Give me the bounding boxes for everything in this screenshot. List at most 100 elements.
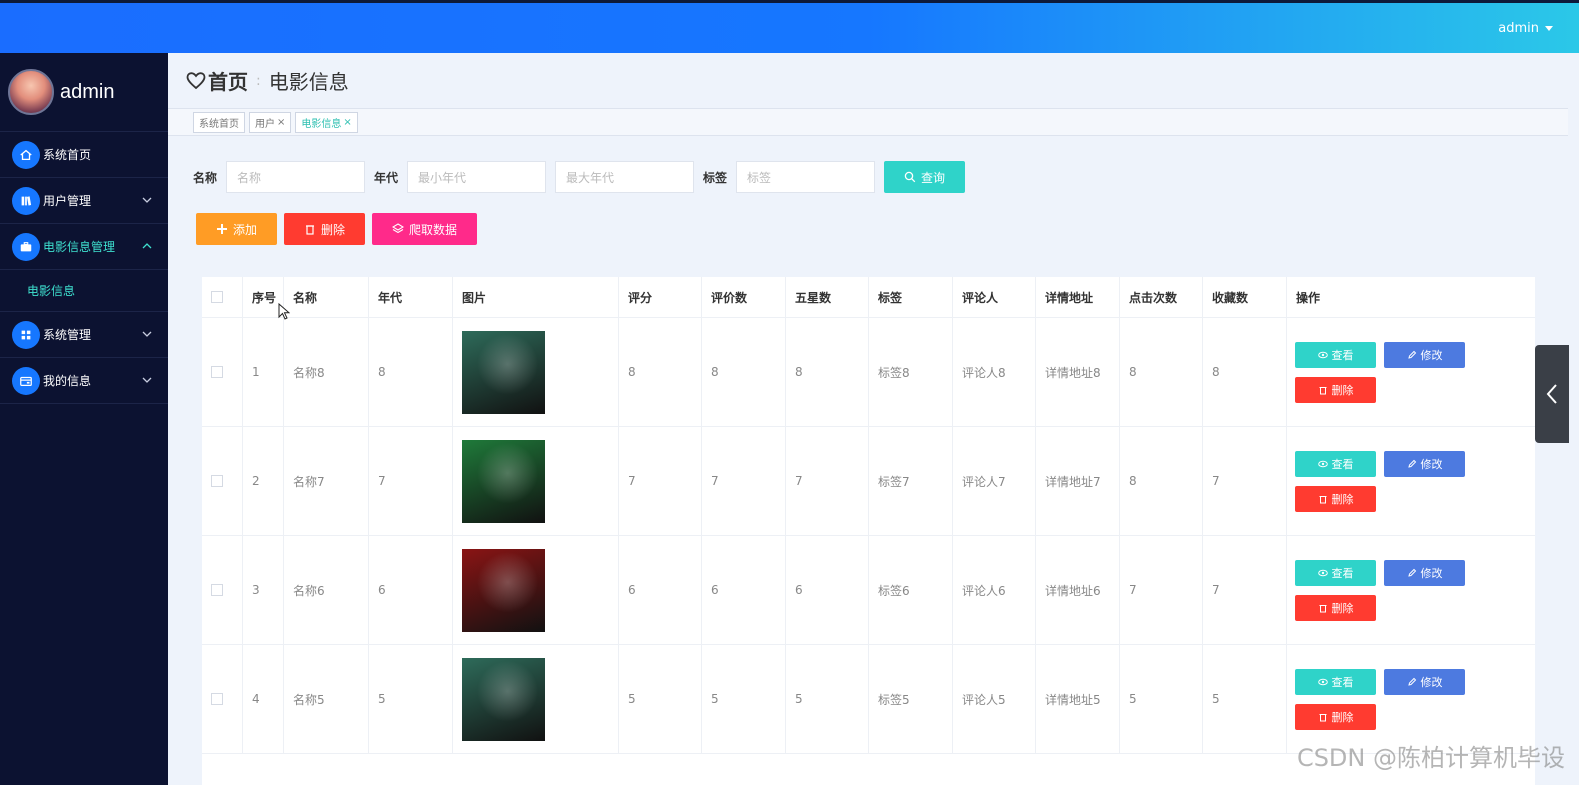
query-button-label: 查询 bbox=[921, 170, 946, 185]
movie-poster bbox=[462, 657, 545, 741]
view-button[interactable]: 查看 bbox=[1295, 450, 1376, 477]
edit-button-label: 修改 bbox=[1420, 566, 1443, 580]
books-icon bbox=[12, 186, 40, 215]
table-cell-tag: 标签8 bbox=[869, 318, 953, 426]
eye-icon bbox=[1317, 460, 1328, 467]
crawl-data-button[interactable]: 爬取数据 bbox=[372, 213, 477, 245]
view-button[interactable]: 查看 bbox=[1295, 668, 1376, 695]
watermark: CSDN @陈柏计算机毕设 bbox=[1296, 744, 1565, 772]
table-cell-url: 详情地址6 bbox=[1036, 536, 1120, 644]
view-button[interactable]: 查看 bbox=[1295, 559, 1376, 586]
view-button-label: 查看 bbox=[1331, 566, 1354, 580]
user-name: admin bbox=[1498, 21, 1539, 36]
sidebar-subitem-movie-info[interactable]: 电影信息 bbox=[0, 270, 168, 312]
table-cell-score: 7 bbox=[619, 427, 702, 535]
table-cell-five_star: 7 bbox=[786, 427, 869, 535]
profile: admin bbox=[0, 53, 168, 132]
layers-icon bbox=[391, 223, 404, 234]
table-cell-name: 名称7 bbox=[284, 427, 369, 535]
year-label: 年代 bbox=[374, 170, 399, 185]
table-cell-score: 8 bbox=[619, 318, 702, 426]
panel-toggle-handle[interactable] bbox=[1535, 345, 1569, 443]
poster-cell bbox=[453, 427, 619, 535]
trash-icon bbox=[1319, 386, 1326, 394]
view-button-label: 查看 bbox=[1331, 348, 1354, 362]
tag-home[interactable]: 系统首页 bbox=[193, 111, 245, 133]
checkbox[interactable] bbox=[211, 584, 223, 596]
close-icon[interactable]: × bbox=[277, 117, 285, 128]
sidebar-item-movie-management[interactable]: 电影信息管理 bbox=[0, 224, 168, 270]
table-cell-five_star: 5 bbox=[786, 645, 869, 753]
poster-cell bbox=[453, 318, 619, 426]
column-header: 点击次数 bbox=[1120, 277, 1203, 317]
row-delete-button[interactable]: 删除 bbox=[1295, 376, 1376, 403]
row-delete-button[interactable]: 删除 bbox=[1295, 594, 1376, 621]
operations-cell: 查看 修改删除 bbox=[1287, 536, 1535, 644]
checkbox[interactable] bbox=[211, 475, 223, 487]
sidebar-item-label: 我的信息 bbox=[43, 374, 92, 388]
name-input[interactable]: 名称 bbox=[226, 161, 366, 193]
row-delete-button-label: 删除 bbox=[1331, 492, 1354, 506]
checkbox[interactable] bbox=[211, 693, 223, 705]
name-label: 名称 bbox=[193, 170, 218, 185]
query-button[interactable]: 查询 bbox=[884, 161, 966, 193]
sidebar-item-home[interactable]: 系统首页 bbox=[0, 132, 168, 178]
column-header: 年代 bbox=[369, 277, 453, 317]
delete-button-label: 删除 bbox=[320, 222, 345, 237]
max-year-input[interactable]: 最大年代 bbox=[555, 161, 695, 193]
row-select-cell bbox=[202, 318, 243, 426]
avatar bbox=[8, 69, 54, 115]
breadcrumb-home[interactable]: 首页 bbox=[186, 66, 248, 95]
table-cell-reviewer: 评论人7 bbox=[953, 427, 1036, 535]
sidebar-item-label: 电影信息管理 bbox=[43, 240, 116, 254]
table-cell-index: 4 bbox=[243, 645, 284, 753]
table-cell-name: 名称8 bbox=[284, 318, 369, 426]
close-icon[interactable]: × bbox=[343, 117, 351, 128]
add-button[interactable]: 添加 bbox=[196, 213, 277, 245]
sidebar-item-user-management[interactable]: 用户管理 bbox=[0, 178, 168, 224]
search-form: 名称 名称 年代 最小年代 最大年代 标签 标签 查询 bbox=[193, 161, 966, 193]
breadcrumb-current: 电影信息 bbox=[268, 70, 349, 94]
table-cell-favorites: 8 bbox=[1203, 318, 1287, 426]
row-delete-button[interactable]: 删除 bbox=[1295, 485, 1376, 512]
table-row: 3 名称6 6 6 6 6 标签6 评论人6 详情地址6 7 7 查看 修改 删除 bbox=[202, 536, 1535, 645]
column-header: 评论人 bbox=[953, 277, 1036, 317]
breadcrumb-separator: : bbox=[256, 72, 261, 89]
chevron-down-icon bbox=[142, 197, 152, 203]
table-cell-url: 详情地址8 bbox=[1036, 318, 1120, 426]
sidebar-item-my-info[interactable]: 我的信息 bbox=[0, 358, 168, 404]
column-header: 评分 bbox=[619, 277, 702, 317]
sidebar-item-label: 系统管理 bbox=[43, 328, 92, 342]
column-header: 标签 bbox=[869, 277, 953, 317]
checkbox[interactable] bbox=[211, 291, 223, 303]
table-cell-clicks: 5 bbox=[1120, 645, 1203, 753]
row-delete-button[interactable]: 删除 bbox=[1295, 703, 1376, 730]
header-select-all[interactable] bbox=[202, 277, 243, 317]
edit-button[interactable]: 修改 bbox=[1384, 450, 1465, 477]
edit-button[interactable]: 修改 bbox=[1384, 559, 1465, 586]
operations-cell: 查看 修改删除 bbox=[1287, 427, 1535, 535]
tag-movie-info[interactable]: 电影信息 × bbox=[295, 111, 358, 133]
eye-icon bbox=[1317, 678, 1328, 685]
edit-button-label: 修改 bbox=[1420, 348, 1443, 362]
add-button-label: 添加 bbox=[232, 222, 257, 237]
edit-button[interactable]: 修改 bbox=[1384, 668, 1465, 695]
table-cell-index: 3 bbox=[243, 536, 284, 644]
tag-input[interactable]: 标签 bbox=[736, 161, 876, 193]
table-cell-year: 8 bbox=[369, 318, 453, 426]
movie-poster bbox=[462, 548, 545, 632]
min-year-input[interactable]: 最小年代 bbox=[407, 161, 547, 193]
sidebar-item-system-management[interactable]: 系统管理 bbox=[0, 312, 168, 358]
table-cell-year: 5 bbox=[369, 645, 453, 753]
row-select-cell bbox=[202, 427, 243, 535]
table-cell-reviewer: 评论人8 bbox=[953, 318, 1036, 426]
chevron-up-icon bbox=[142, 243, 152, 249]
delete-button[interactable]: 删除 bbox=[284, 213, 365, 245]
table-cell-five_star: 6 bbox=[786, 536, 869, 644]
checkbox[interactable] bbox=[211, 366, 223, 378]
edit-button[interactable]: 修改 bbox=[1384, 341, 1465, 368]
tag-user[interactable]: 用户 × bbox=[249, 111, 292, 133]
view-button[interactable]: 查看 bbox=[1295, 341, 1376, 368]
user-menu[interactable]: admin bbox=[1498, 21, 1553, 36]
chevron-left-icon bbox=[1546, 384, 1557, 404]
